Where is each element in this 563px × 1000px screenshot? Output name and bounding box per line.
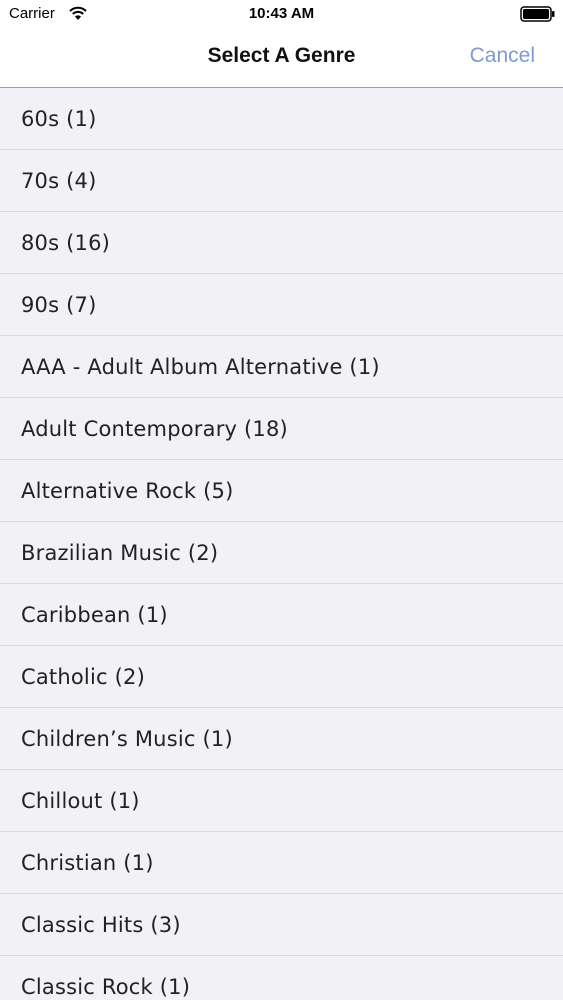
genre-item[interactable]: Brazilian Music (2)	[0, 522, 563, 584]
genre-label: Children’s Music (1)	[21, 726, 233, 751]
genre-label: Classic Hits (3)	[21, 912, 181, 937]
genre-item[interactable]: 90s (7)	[0, 274, 563, 336]
genre-label: Catholic (2)	[21, 664, 145, 689]
genre-label: Christian (1)	[21, 850, 154, 875]
genre-item[interactable]: AAA - Adult Album Alternative (1)	[0, 336, 563, 398]
genre-label: 90s (7)	[21, 292, 97, 317]
genre-label: 70s (4)	[21, 168, 97, 193]
clock-time: 10:43 AM	[248, 5, 315, 22]
genre-item[interactable]: Alternative Rock (5)	[0, 460, 563, 522]
battery-icon	[520, 6, 555, 22]
genre-picker-screen: Carrier 10:43 AM Select A Genre Cancel 6…	[0, 0, 563, 1000]
genre-list: 60s (1) 70s (4) 80s (16) 90s (7) AAA - A…	[0, 88, 563, 1000]
genre-item[interactable]: Chillout (1)	[0, 770, 563, 832]
genre-item[interactable]: 80s (16)	[0, 212, 563, 274]
genre-label: AAA - Adult Album Alternative (1)	[21, 354, 380, 379]
navigation-bar: Select A Genre Cancel	[0, 28, 563, 88]
genre-label: 60s (1)	[21, 106, 97, 131]
genre-item[interactable]: 70s (4)	[0, 150, 563, 212]
genre-item[interactable]: Catholic (2)	[0, 646, 563, 708]
cancel-button[interactable]: Cancel	[470, 44, 535, 68]
genre-label: Caribbean (1)	[21, 602, 168, 627]
genre-label: Adult Contemporary (18)	[21, 416, 288, 441]
genre-item[interactable]: Classic Hits (3)	[0, 894, 563, 956]
genre-label: Chillout (1)	[21, 788, 140, 813]
genre-item[interactable]: Children’s Music (1)	[0, 708, 563, 770]
genre-label: Classic Rock (1)	[21, 974, 191, 999]
genre-label: Brazilian Music (2)	[21, 540, 219, 565]
genre-item[interactable]: 60s (1)	[0, 88, 563, 150]
genre-label: Alternative Rock (5)	[21, 478, 234, 503]
genre-item[interactable]: Christian (1)	[0, 832, 563, 894]
genre-item[interactable]: Classic Rock (1)	[0, 956, 563, 1000]
status-bar: Carrier 10:43 AM	[0, 0, 563, 28]
genre-item[interactable]: Caribbean (1)	[0, 584, 563, 646]
genre-item[interactable]: Adult Contemporary (18)	[0, 398, 563, 460]
genre-label: 80s (16)	[21, 230, 111, 255]
